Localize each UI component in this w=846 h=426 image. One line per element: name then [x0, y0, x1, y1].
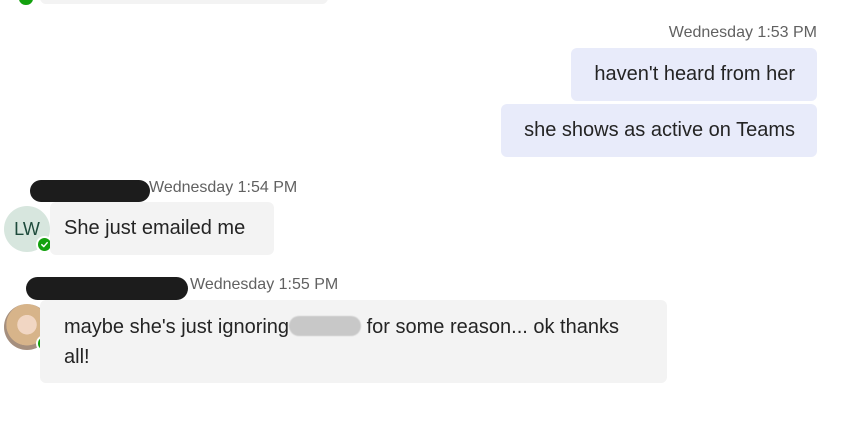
message-text: maybe she's just ignoring	[64, 316, 290, 338]
presence-available-icon	[17, 0, 35, 7]
message-header: Wednesday 1:55 PM	[26, 275, 386, 300]
previous-message-bubble	[40, 0, 328, 4]
incoming-timestamp: Wednesday 1:54 PM	[149, 179, 298, 196]
outgoing-timestamp: Wednesday 1:53 PM	[668, 24, 817, 41]
incoming-timestamp: Wednesday 1:55 PM	[190, 276, 339, 293]
redacted-mention	[289, 316, 362, 336]
redacted-sender-name	[26, 277, 188, 300]
outgoing-message[interactable]: she shows as active on Teams	[501, 104, 817, 157]
avatar-initials: LW	[14, 218, 40, 239]
outgoing-message[interactable]: haven't heard from her	[571, 48, 817, 101]
incoming-message[interactable]: maybe she's just ignoring for some reaso…	[40, 300, 667, 383]
incoming-message[interactable]: She just emailed me	[50, 202, 274, 255]
message-header: Wednesday 1:54 PM	[30, 177, 330, 202]
redacted-sender-name	[30, 180, 150, 202]
chat-thread: Wednesday 1:53 PM haven't heard from her…	[0, 0, 846, 426]
